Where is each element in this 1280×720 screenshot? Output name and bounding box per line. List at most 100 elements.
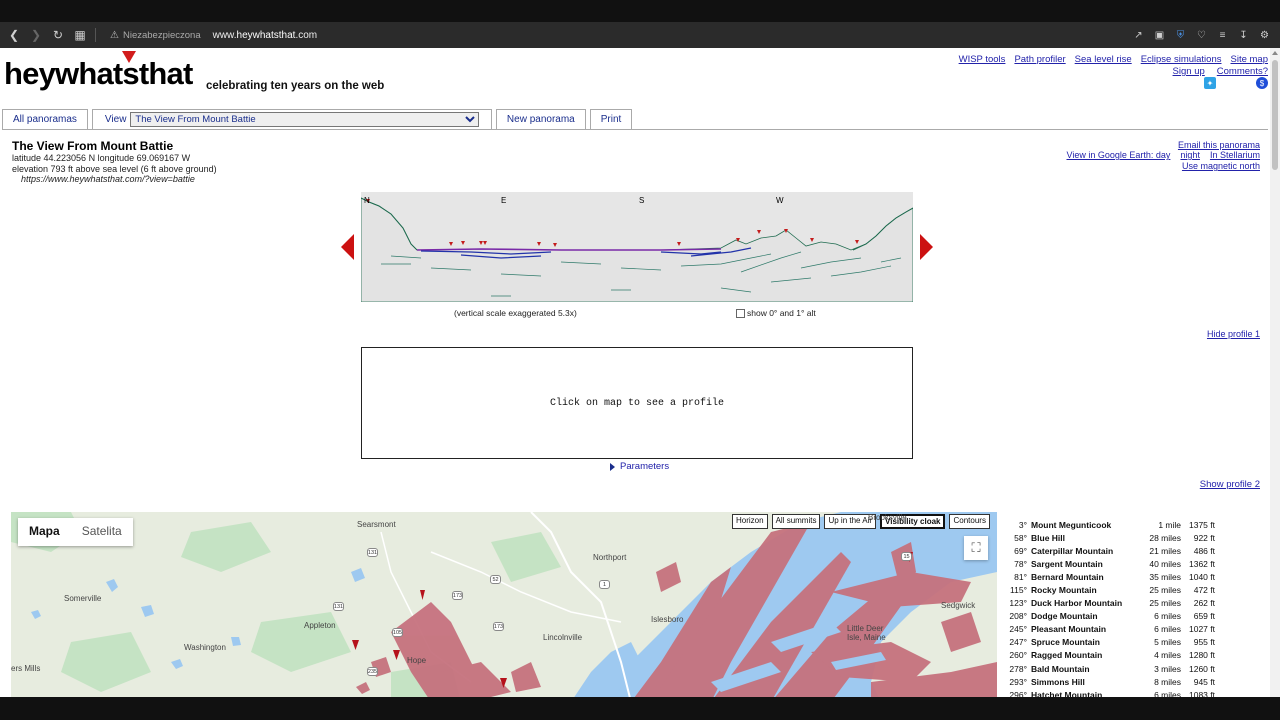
- summit-row[interactable]: 69° Caterpillar Mountain 21 miles 486 ft: [1005, 544, 1217, 557]
- summit-list: 3° Mount Megunticook 1 mile 1375 ft 58° Blue …: [1005, 518, 1217, 697]
- summit-name[interactable]: Mount Megunticook: [1029, 518, 1139, 531]
- panorama-url[interactable]: https://www.heywhatsthat.com/?view=batti…: [12, 174, 217, 185]
- link-email-panorama[interactable]: Email this panorama: [1178, 140, 1260, 151]
- summit-azimuth: 69°: [1014, 545, 1027, 556]
- summit-row[interactable]: 293° Simmons Hill 8 miles 945 ft: [1005, 675, 1217, 688]
- show-alt-toggle[interactable]: show 0° and 1° alt: [736, 308, 816, 318]
- summit-elevation: 1280 ft: [1189, 650, 1215, 661]
- link-path-profiler[interactable]: Path profiler: [1014, 54, 1065, 65]
- parameters-label[interactable]: Parameters: [620, 461, 669, 472]
- link-magnetic-north[interactable]: Use magnetic north: [1178, 161, 1260, 172]
- summit-name[interactable]: Bald Mountain: [1029, 662, 1139, 675]
- summit-row[interactable]: 260° Ragged Mountain 4 miles 1280 ft: [1005, 649, 1217, 662]
- vertical-scale-note: (vertical scale exaggerated 5.3x): [454, 308, 577, 318]
- menu-icon[interactable]: ≡: [1213, 24, 1232, 46]
- summit-name[interactable]: Caterpillar Mountain: [1029, 544, 1139, 557]
- link-google-earth-night[interactable]: night: [1180, 150, 1200, 160]
- panorama-title: The View From Mount Battie: [12, 139, 174, 153]
- summit-distance: 3 miles: [1154, 663, 1181, 674]
- donate-icon[interactable]: $: [1256, 77, 1268, 89]
- summit-name[interactable]: Blue Hill: [1029, 531, 1139, 544]
- summit-row[interactable]: 296° Hatchet Mountain 6 miles 1083 ft: [1005, 688, 1217, 697]
- tab-divider: [2, 129, 1268, 130]
- summit-row[interactable]: 78° Sargent Mountain 40 miles 1362 ft: [1005, 557, 1217, 570]
- summit-distance: 4 miles: [1154, 650, 1181, 661]
- link-comments[interactable]: Comments?: [1217, 66, 1268, 77]
- link-google-earth-day[interactable]: View in Google Earth: day: [1067, 150, 1171, 160]
- summit-name[interactable]: Sargent Mountain: [1029, 557, 1139, 570]
- page-scrollbar[interactable]: [1270, 48, 1280, 697]
- overlay-all-summits-button[interactable]: All summits: [771, 514, 821, 529]
- show-alt-checkbox[interactable]: [736, 308, 745, 318]
- overlay-horizon-button[interactable]: Horizon: [732, 514, 768, 529]
- link-sign-up[interactable]: Sign up: [1173, 66, 1205, 77]
- camera-icon[interactable]: ▣: [1150, 24, 1169, 46]
- panorama-view[interactable]: [361, 192, 913, 302]
- summit-row[interactable]: 115° Rocky Mountain 25 miles 472 ft: [1005, 583, 1217, 596]
- scroll-up-icon[interactable]: [1272, 51, 1278, 55]
- summit-name[interactable]: Ragged Mountain: [1029, 649, 1139, 662]
- place-brooksville: Brooksville: [868, 513, 907, 522]
- summit-name[interactable]: Pleasant Mountain: [1029, 623, 1139, 636]
- twitter-icon[interactable]: ✦: [1204, 77, 1216, 89]
- map-type-satellite[interactable]: Satelita: [71, 518, 133, 546]
- tab-all-panoramas[interactable]: All panoramas: [2, 109, 88, 129]
- summit-distance: 5 miles: [1154, 637, 1181, 648]
- summit-name[interactable]: Rocky Mountain: [1029, 583, 1139, 596]
- reload-icon[interactable]: ↻: [47, 24, 69, 46]
- shield-icon[interactable]: ⛨: [1171, 24, 1190, 46]
- summit-name[interactable]: Simmons Hill: [1029, 675, 1139, 688]
- summit-row[interactable]: 123° Duck Harbor Mountain 25 miles 262 ft: [1005, 597, 1217, 610]
- back-icon[interactable]: ❮: [3, 24, 25, 46]
- forward-icon[interactable]: ❯: [25, 24, 47, 46]
- pan-right-arrow-icon[interactable]: [920, 234, 933, 260]
- summit-name[interactable]: Hatchet Mountain: [1029, 688, 1139, 697]
- link-sea-level-rise[interactable]: Sea level rise: [1075, 54, 1132, 65]
- site-logo[interactable]: heywhatsthat: [4, 56, 193, 92]
- fullscreen-icon[interactable]: ⛶: [964, 536, 988, 560]
- summit-row[interactable]: 81° Bernard Mountain 35 miles 1040 ft: [1005, 570, 1217, 583]
- summit-name[interactable]: Dodge Mountain: [1029, 610, 1139, 623]
- link-site-map[interactable]: Site map: [1231, 54, 1269, 65]
- map-view[interactable]: Mapa Satelita Horizon All summits Up in …: [11, 512, 997, 697]
- overlay-contours-button[interactable]: Contours: [949, 514, 990, 529]
- summit-row[interactable]: 278° Bald Mountain 3 miles 1260 ft: [1005, 662, 1217, 675]
- route-shield: 131: [367, 548, 378, 557]
- link-hide-profile-1[interactable]: Hide profile 1: [1207, 329, 1260, 339]
- link-show-profile-2[interactable]: Show profile 2: [1200, 479, 1260, 490]
- tabs-grid-icon[interactable]: ▦: [69, 24, 91, 46]
- summit-distance: 6 miles: [1154, 689, 1181, 697]
- dir-label-s: S: [639, 196, 645, 205]
- heart-icon[interactable]: ♡: [1192, 24, 1211, 46]
- tab-print[interactable]: Print: [589, 109, 633, 129]
- route-shield: 105: [392, 628, 403, 637]
- scrollbar-thumb[interactable]: [1272, 60, 1278, 170]
- summit-row[interactable]: 245° Pleasant Mountain 6 miles 1027 ft: [1005, 623, 1217, 636]
- map-type-map[interactable]: Mapa: [18, 518, 71, 546]
- pan-left-arrow-icon[interactable]: [341, 234, 354, 260]
- summit-row[interactable]: 208° Dodge Mountain 6 miles 659 ft: [1005, 610, 1217, 623]
- settings-icon[interactable]: ⚙: [1255, 24, 1274, 46]
- summit-name[interactable]: Spruce Mountain: [1029, 636, 1139, 649]
- summit-row[interactable]: 58° Blue Hill 28 miles 922 ft: [1005, 531, 1217, 544]
- link-wisp-tools[interactable]: WISP tools: [959, 54, 1006, 65]
- summit-name[interactable]: Bernard Mountain: [1029, 570, 1139, 583]
- link-eclipse-simulations[interactable]: Eclipse simulations: [1141, 54, 1222, 65]
- top-links: WISP tools Path profiler Sea level rise …: [959, 54, 1268, 78]
- elevation-text: elevation 793 ft above sea level (6 ft a…: [12, 163, 217, 174]
- link-stellarium[interactable]: In Stellarium: [1210, 150, 1260, 160]
- parameters-toggle[interactable]: Parameters: [610, 461, 669, 472]
- view-select[interactable]: The View From Mount Battie: [130, 112, 479, 127]
- logo-triangle-icon: [122, 51, 136, 63]
- summit-row[interactable]: 247° Spruce Mountain 5 miles 955 ft: [1005, 636, 1217, 649]
- address-bar[interactable]: ⚠ Niezabezpieczona www.heywhatsthat.com: [110, 30, 317, 41]
- site-tagline: celebrating ten years on the web: [206, 80, 385, 92]
- profile-box[interactable]: Click on map to see a profile: [361, 347, 913, 459]
- summit-azimuth: 123°: [1009, 598, 1027, 609]
- download-icon[interactable]: ↧: [1234, 24, 1253, 46]
- share-icon[interactable]: ↗: [1129, 24, 1148, 46]
- tab-new-panorama[interactable]: New panorama: [495, 109, 586, 129]
- summit-table: 3° Mount Megunticook 1 mile 1375 ft 58° Blue …: [1005, 518, 1217, 697]
- summit-row[interactable]: 3° Mount Megunticook 1 mile 1375 ft: [1005, 518, 1217, 531]
- summit-name[interactable]: Duck Harbor Mountain: [1029, 597, 1139, 610]
